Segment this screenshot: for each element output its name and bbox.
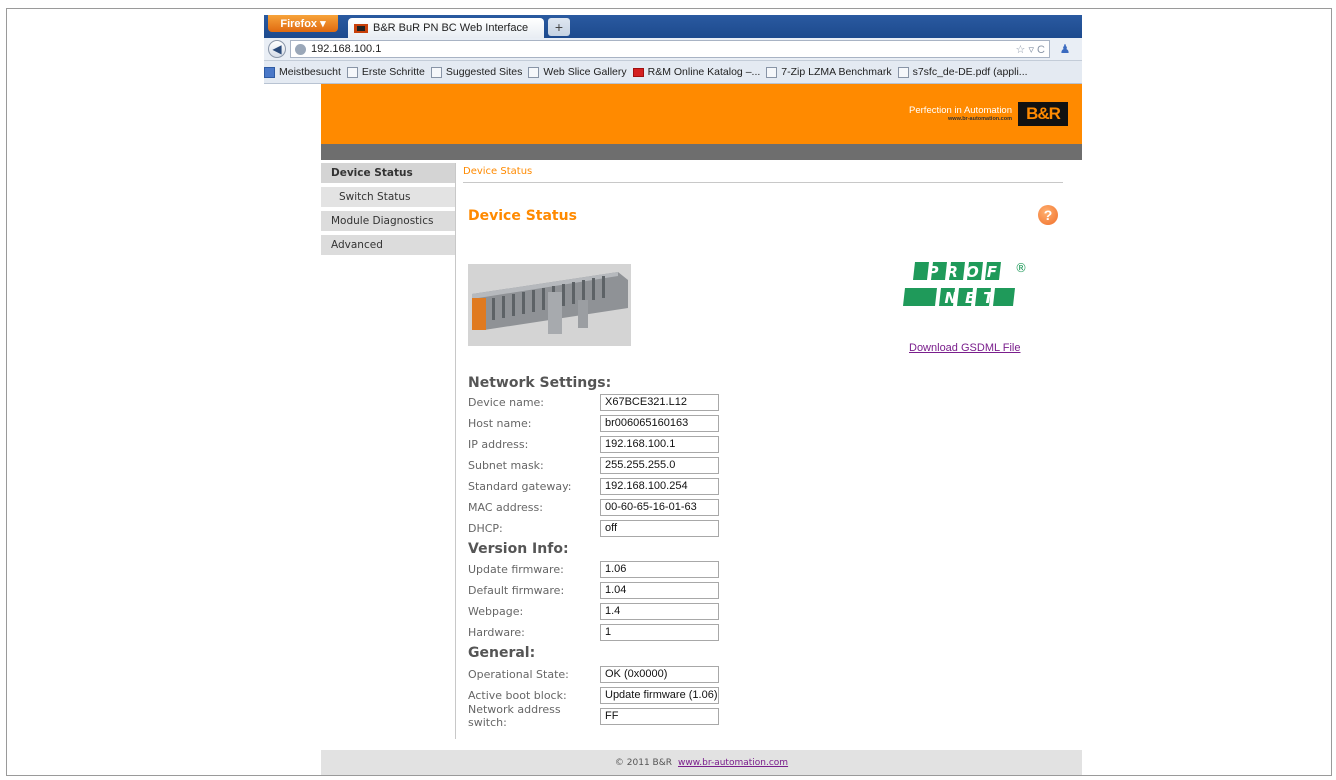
dhcp-field[interactable]: off [600, 519, 719, 537]
tab-title: B&R BuR PN BC Web Interface [373, 22, 529, 34]
host-name-field[interactable]: br006065160163 [600, 414, 719, 432]
rm-logo-icon [632, 67, 644, 77]
header-band [321, 144, 1082, 160]
profinet-logo: PROFI NET ® [903, 258, 1043, 320]
operational-state-field[interactable]: OK (0x0000) [600, 665, 719, 683]
bookmark-folder-icon [264, 66, 275, 78]
navigation-bar: ◀ 192.168.100.1 ☆ ▿ C ♟ [264, 38, 1082, 61]
page-footer: © 2011 B&R www.br-automation.com [321, 750, 1082, 775]
bookmark-item[interactable]: Erste Schritte [346, 66, 425, 78]
version-row: Update firmware: 1.06 [468, 560, 719, 578]
ip-address-field[interactable]: 192.168.100.1 [600, 435, 719, 453]
bookmark-item[interactable]: Meistbesucht [264, 66, 341, 78]
brand-url: www.br-automation.com [948, 116, 1012, 123]
general-row: Network address switch: FF [468, 703, 719, 729]
webpage-version-field[interactable]: 1.4 [600, 602, 719, 620]
registered-mark: ® [1015, 261, 1027, 275]
sidebar-item-advanced[interactable]: Advanced [321, 235, 455, 259]
hardware-version-field[interactable]: 1 [600, 623, 719, 641]
network-row: Host name: br006065160163 [468, 414, 719, 432]
url-controls[interactable]: ☆ ▿ C [1016, 43, 1045, 56]
breadcrumb[interactable]: Device Status [463, 166, 1063, 183]
version-row: Default firmware: 1.04 [468, 581, 719, 599]
address-switch-field[interactable]: FF [600, 707, 719, 725]
general-row: Active boot block: Update firmware (1.06) [468, 686, 719, 704]
bookmark-item[interactable]: R&M Online Katalog –... [632, 66, 760, 78]
brand-tagline: Perfection in Automation [909, 104, 1012, 116]
browser-tab[interactable]: B&R BuR PN BC Web Interface [348, 18, 544, 38]
device-name-field[interactable]: X67BCE321.L12 [600, 393, 719, 411]
boot-block-field[interactable]: Update firmware (1.06) [600, 686, 719, 704]
url-bar[interactable]: 192.168.100.1 ☆ ▿ C [290, 40, 1050, 58]
main-content: Device Status Device Status ? PROFI NET … [463, 166, 1063, 729]
bookmarks-toolbar: Meistbesucht Erste Schritte Suggested Si… [264, 61, 1082, 84]
bookmark-page-icon [766, 66, 778, 78]
bookmark-page-icon [897, 66, 909, 78]
bookmark-item[interactable]: Suggested Sites [430, 66, 522, 78]
browser-window: Firefox ▾ B&R BuR PN BC Web Interface + … [264, 15, 1082, 775]
network-row: Standard gateway: 192.168.100.254 [468, 477, 719, 495]
bookmark-page-icon [430, 66, 442, 78]
sidebar: Device Status Switch Status Module Diagn… [321, 163, 455, 259]
bookmark-page-icon [346, 66, 358, 78]
br-logo: B&R [1018, 102, 1068, 126]
persona-icon[interactable]: ♟ [1056, 41, 1074, 57]
screenshot-frame: Firefox ▾ B&R BuR PN BC Web Interface + … [6, 8, 1332, 776]
general-row: Operational State: OK (0x0000) [468, 665, 719, 683]
version-row: Hardware: 1 [468, 623, 719, 641]
update-firmware-field[interactable]: 1.06 [600, 560, 719, 578]
bookmark-item[interactable]: 7-Zip LZMA Benchmark [766, 66, 892, 78]
back-arrow-icon[interactable]: ◀ [268, 40, 286, 58]
page-title: Device Status [468, 208, 577, 224]
profinet-bottom: NET [944, 289, 1001, 307]
sidebar-item-device-status[interactable]: Device Status [321, 163, 455, 187]
subnet-mask-field[interactable]: 255.255.255.0 [600, 456, 719, 474]
br-favicon-icon [354, 23, 368, 33]
device-image [468, 264, 631, 346]
firefox-menu-button[interactable]: Firefox ▾ [268, 15, 338, 32]
bookmark-page-icon [528, 66, 540, 78]
network-settings-heading: Network Settings: [468, 375, 612, 391]
brand-block: Perfection in Automation www.br-automati… [909, 102, 1068, 126]
sidebar-item-switch-status[interactable]: Switch Status [321, 187, 455, 211]
general-heading: General: [468, 645, 536, 661]
help-icon[interactable]: ? [1038, 205, 1058, 225]
sidebar-divider [455, 163, 456, 739]
bookmark-item[interactable]: Web Slice Gallery [528, 66, 627, 78]
url-text: 192.168.100.1 [311, 43, 382, 55]
version-row: Webpage: 1.4 [468, 602, 719, 620]
new-tab-button[interactable]: + [548, 18, 570, 36]
copyright-text: © 2011 B&R [614, 757, 672, 768]
network-row: Subnet mask: 255.255.255.0 [468, 456, 719, 474]
mac-address-field[interactable]: 00-60-65-16-01-63 [600, 498, 719, 516]
sidebar-item-module-diagnostics[interactable]: Module Diagnostics [321, 211, 455, 235]
profinet-top: PROFI [927, 263, 1018, 281]
bookmark-item[interactable]: s7sfc_de-DE.pdf (appli... [897, 66, 1028, 78]
gateway-field[interactable]: 192.168.100.254 [600, 477, 719, 495]
version-info-heading: Version Info: [468, 541, 569, 557]
default-firmware-field[interactable]: 1.04 [600, 581, 719, 599]
network-row: MAC address: 00-60-65-16-01-63 [468, 498, 719, 516]
download-gsdml-link[interactable]: Download GSDML File [909, 342, 1020, 354]
web-page: Perfection in Automation www.br-automati… [264, 84, 1082, 775]
tab-bar: Firefox ▾ B&R BuR PN BC Web Interface + [264, 15, 1082, 38]
network-row: Device name: X67BCE321.L12 [468, 393, 719, 411]
footer-link[interactable]: www.br-automation.com [678, 758, 788, 768]
page-header: Perfection in Automation www.br-automati… [321, 84, 1082, 144]
network-row: IP address: 192.168.100.1 [468, 435, 719, 453]
globe-icon [295, 43, 306, 55]
network-row: DHCP: off [468, 519, 719, 537]
